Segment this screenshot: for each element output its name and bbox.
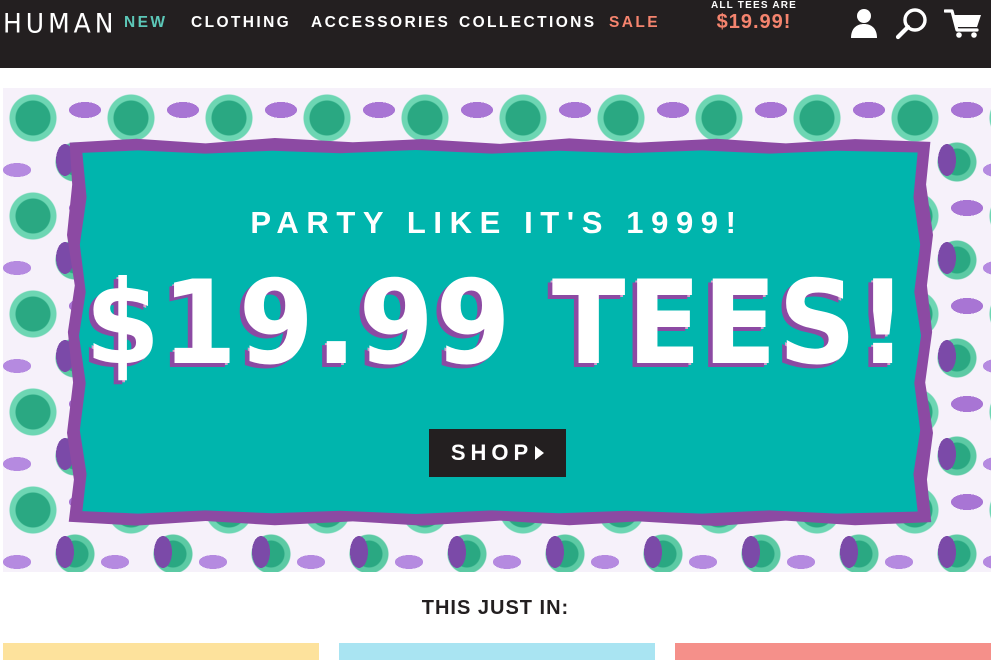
product-card[interactable]: [675, 643, 991, 660]
product-card[interactable]: [339, 643, 655, 660]
tee-price-promo[interactable]: ALL TEES ARE $19.99!: [703, 0, 805, 34]
play-arrow-icon: [535, 446, 545, 460]
hero-banner[interactable]: PARTY LIKE IT'S 1999! $19.99 TEES! SHOP: [3, 88, 991, 572]
site-header: HUMAN NEW CLOTHING ACCESSORIES COLLECTIO…: [0, 0, 991, 68]
product-card[interactable]: [3, 643, 319, 660]
account-icon[interactable]: [847, 6, 881, 40]
hero-subtitle: PARTY LIKE IT'S 1999!: [250, 205, 744, 240]
shop-button[interactable]: SHOP: [429, 429, 566, 477]
nav-item-new[interactable]: NEW: [124, 14, 167, 32]
search-icon[interactable]: [895, 6, 929, 40]
hero-title: $19.99 TEES!: [84, 256, 910, 391]
nav-item-clothing[interactable]: CLOTHING: [191, 14, 291, 32]
promo-price: $19.99!: [716, 11, 792, 33]
section-title: THIS JUST IN:: [421, 597, 570, 619]
promo-caption: ALL TEES ARE: [710, 0, 798, 11]
shop-button-label: SHOP: [450, 440, 534, 465]
site-logo[interactable]: HUMAN: [3, 8, 117, 40]
nav-item-accessories[interactable]: ACCESSORIES: [311, 14, 450, 32]
nav-item-collections[interactable]: COLLECTIONS: [459, 14, 596, 32]
cart-icon[interactable]: [943, 6, 984, 40]
nav-item-sale[interactable]: SALE: [609, 14, 660, 32]
